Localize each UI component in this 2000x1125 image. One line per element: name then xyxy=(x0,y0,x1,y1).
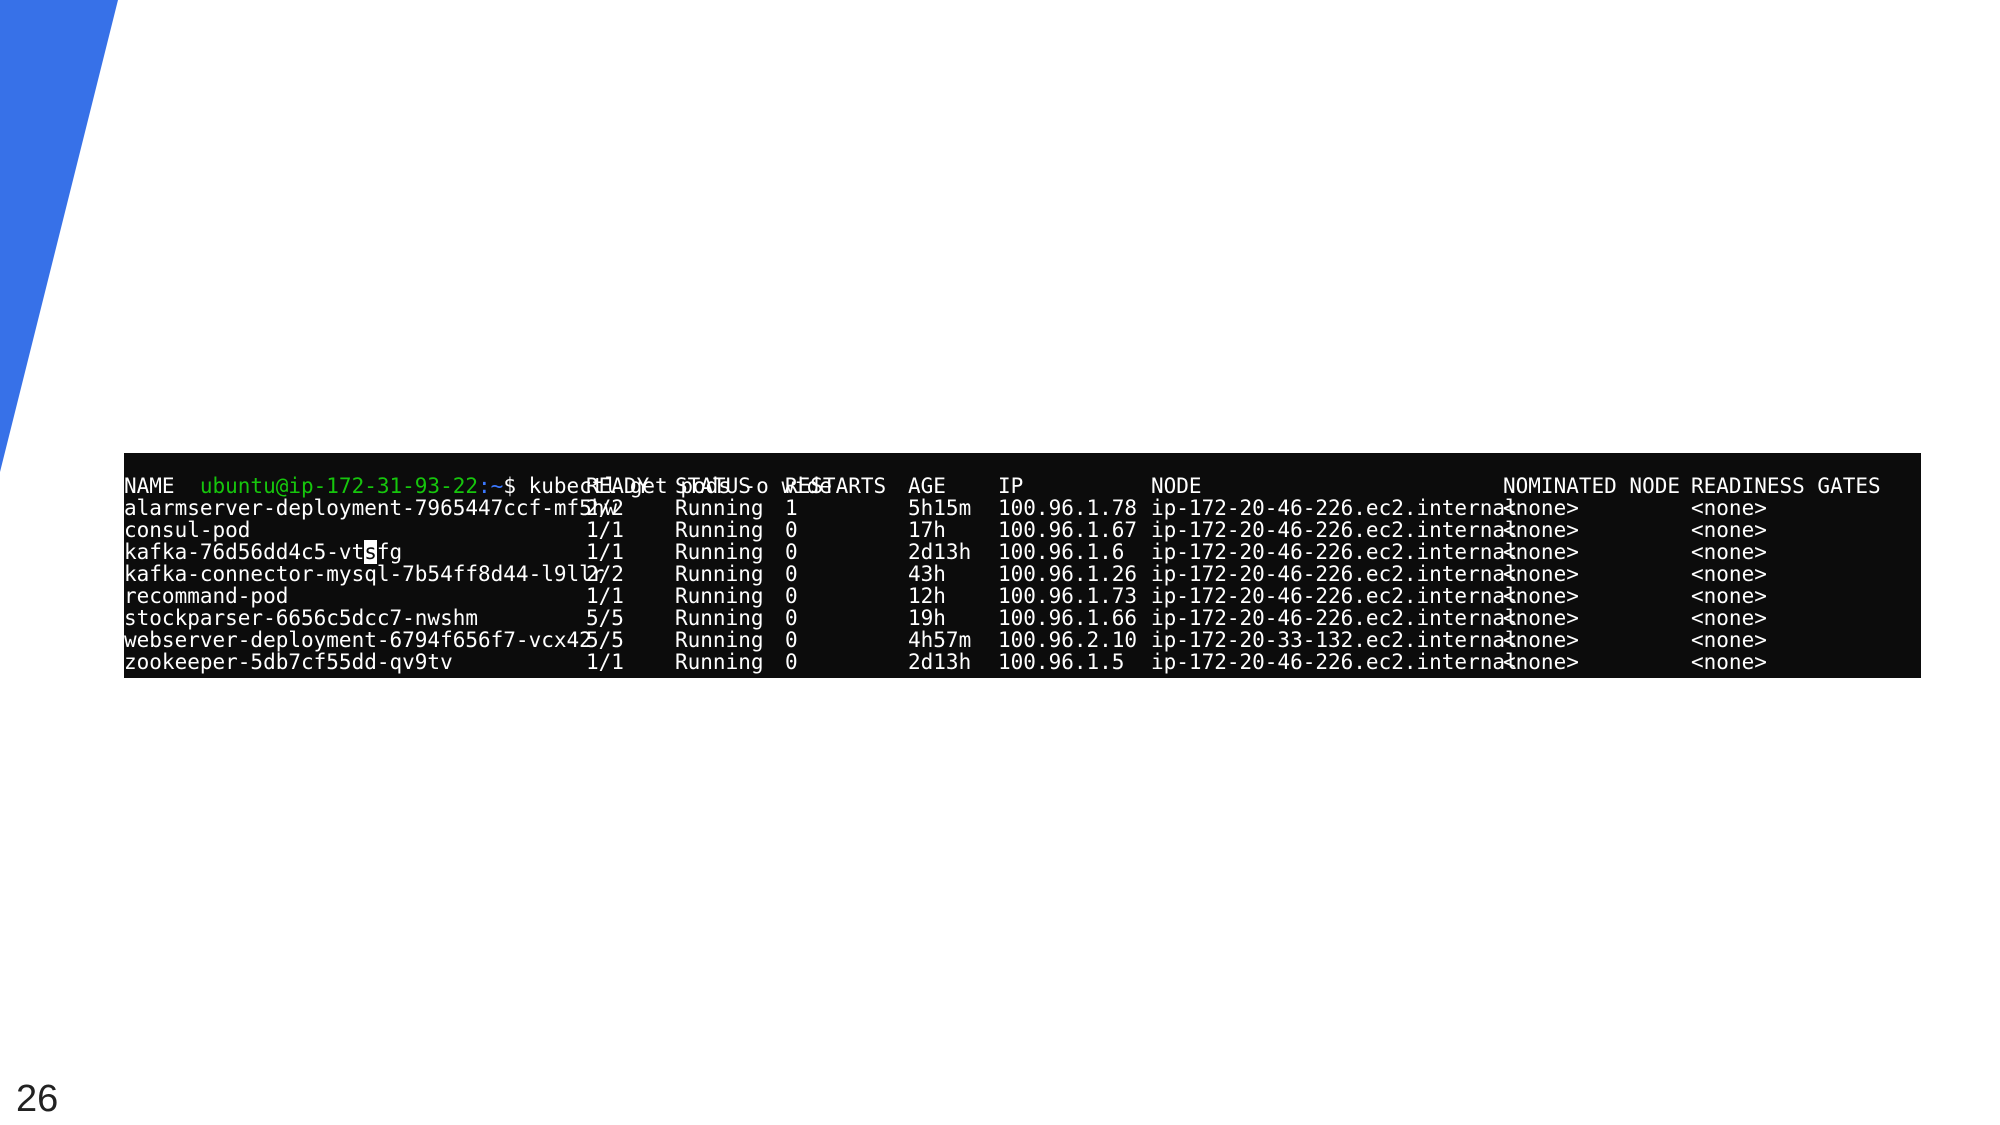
pod-age: 2d13h xyxy=(908,540,972,564)
table-row: kafka-76d56dd4c5-vtsfg 1/1 Running 0 2d13h 10… xyxy=(124,540,1921,564)
pod-status: Running xyxy=(675,606,764,630)
pod-name: kafka-76d56dd4c5-vtsfg xyxy=(124,540,403,564)
pod-restarts: 0 xyxy=(785,518,798,542)
pod-readiness-gates: <none> xyxy=(1691,628,1767,652)
pod-nominated-node: <none> xyxy=(1503,650,1579,674)
pod-readiness-gates: <none> xyxy=(1691,496,1767,520)
prompt-line: ubuntu@ip-172-31-93-22:~$ kubectl get po… xyxy=(124,453,832,497)
header-name: NAME xyxy=(124,474,175,498)
pod-ip: 100.96.1.73 xyxy=(998,584,1138,608)
pod-ready: 1/1 xyxy=(586,650,624,674)
pod-status: Running xyxy=(675,562,764,586)
header-readiness-gates: READINESS GATES xyxy=(1691,474,1881,498)
pod-ready: 5/5 xyxy=(586,628,624,652)
pod-restarts: 0 xyxy=(785,584,798,608)
table-row: kafka-connector-mysql-7b54ff8d44-l9llr 2/… xyxy=(124,563,1921,585)
pod-name: alarmserver-deployment-7965447ccf-mf5hw xyxy=(124,496,618,520)
pod-nominated-node: <none> xyxy=(1503,584,1579,608)
pod-age: 19h xyxy=(908,606,946,630)
pod-age: 5h15m xyxy=(908,496,972,520)
table-row: recommand-pod 1/1 Running 0 12h 100.96.1.73 ip… xyxy=(124,585,1921,607)
pod-name: kafka-connector-mysql-7b54ff8d44-l9llr xyxy=(124,562,605,586)
pod-nominated-node: <none> xyxy=(1503,518,1579,542)
pod-nominated-node: <none> xyxy=(1503,540,1579,564)
terminal-window[interactable]: ubuntu@ip-172-31-93-22:~$ kubectl get po… xyxy=(124,453,1921,678)
pod-readiness-gates: <none> xyxy=(1691,540,1767,564)
pod-status: Running xyxy=(675,650,764,674)
header-node: NODE xyxy=(1151,474,1202,498)
text-cursor: s xyxy=(364,540,377,564)
header-ip: IP xyxy=(998,474,1024,498)
pod-restarts: 1 xyxy=(785,496,798,520)
page-number: 26 xyxy=(16,1078,59,1120)
header-status: STATUS xyxy=(675,474,751,498)
pod-node: ip-172-20-46-226.ec2.internal xyxy=(1151,518,1518,542)
table-row: stockparser-6656c5dcc7-nwshm 5/5 Running 0 1… xyxy=(124,607,1921,629)
pod-restarts: 0 xyxy=(785,540,798,564)
pod-node: ip-172-20-33-132.ec2.internal xyxy=(1151,628,1518,652)
pod-ready: 1/1 xyxy=(586,540,624,564)
pod-name: zookeeper-5db7cf55dd-qv9tv xyxy=(124,650,453,674)
pod-age: 12h xyxy=(908,584,946,608)
table-row: webserver-deployment-6794f656f7-vcx42 5/5… xyxy=(124,629,1921,651)
pod-age: 2d13h xyxy=(908,650,972,674)
pod-node: ip-172-20-46-226.ec2.internal xyxy=(1151,650,1518,674)
pod-ready: 1/1 xyxy=(586,518,624,542)
pod-restarts: 0 xyxy=(785,562,798,586)
pod-node: ip-172-20-46-226.ec2.internal xyxy=(1151,562,1518,586)
pod-readiness-gates: <none> xyxy=(1691,650,1767,674)
pod-ip: 100.96.1.26 xyxy=(998,562,1138,586)
pod-readiness-gates: <none> xyxy=(1691,518,1767,542)
pod-node: ip-172-20-46-226.ec2.internal xyxy=(1151,540,1518,564)
pod-ip: 100.96.2.10 xyxy=(998,628,1138,652)
pod-name: stockparser-6656c5dcc7-nwshm xyxy=(124,606,479,630)
header-age: AGE xyxy=(908,474,946,498)
pod-name: recommand-pod xyxy=(124,584,289,608)
pod-status: Running xyxy=(675,540,764,564)
pod-ready: 5/5 xyxy=(586,606,624,630)
pod-ip: 100.96.1.78 xyxy=(998,496,1138,520)
pod-ip: 100.96.1.5 xyxy=(998,650,1125,674)
pod-age: 43h xyxy=(908,562,946,586)
pod-restarts: 0 xyxy=(785,628,798,652)
pod-readiness-gates: <none> xyxy=(1691,562,1767,586)
pod-nominated-node: <none> xyxy=(1503,562,1579,586)
pod-restarts: 0 xyxy=(785,606,798,630)
pod-ready: 2/2 xyxy=(586,562,624,586)
pod-ip: 100.96.1.67 xyxy=(998,518,1138,542)
pod-readiness-gates: <none> xyxy=(1691,584,1767,608)
pod-status: Running xyxy=(675,518,764,542)
header-nominated-node: NOMINATED NODE xyxy=(1503,474,1681,498)
pod-restarts: 0 xyxy=(785,650,798,674)
pod-nominated-node: <none> xyxy=(1503,628,1579,652)
pod-ready: 1/1 xyxy=(586,584,624,608)
pod-age: 4h57m xyxy=(908,628,972,652)
pod-name: consul-pod xyxy=(124,518,251,542)
table-row: consul-pod 1/1 Running 0 17h 100.96.1.67 ip-17… xyxy=(124,519,1921,541)
pod-node: ip-172-20-46-226.ec2.internal xyxy=(1151,606,1518,630)
pod-status: Running xyxy=(675,584,764,608)
pod-node: ip-172-20-46-226.ec2.internal xyxy=(1151,584,1518,608)
pod-name: webserver-deployment-6794f656f7-vcx42 xyxy=(124,628,592,652)
header-ready: READY xyxy=(586,474,650,498)
pod-nominated-node: <none> xyxy=(1503,606,1579,630)
pod-node: ip-172-20-46-226.ec2.internal xyxy=(1151,496,1518,520)
pod-status: Running xyxy=(675,628,764,652)
pod-status: Running xyxy=(675,496,764,520)
pod-age: 17h xyxy=(908,518,946,542)
pod-ip: 100.96.1.66 xyxy=(998,606,1138,630)
pod-readiness-gates: <none> xyxy=(1691,606,1767,630)
header-restarts: RESTARTS xyxy=(785,474,887,498)
table-row: zookeeper-5db7cf55dd-qv9tv 1/1 Running 0 2d1… xyxy=(124,651,1921,673)
table-header: NAME READY STATUS RESTARTS AGE IP NODE NOMINATE… xyxy=(124,475,1921,497)
pod-nominated-node: <none> xyxy=(1503,496,1579,520)
pod-ip: 100.96.1.6 xyxy=(998,540,1125,564)
pod-ready: 2/2 xyxy=(586,496,624,520)
accent-shape xyxy=(0,0,118,472)
slide: ubuntu@ip-172-31-93-22:~$ kubectl get po… xyxy=(0,0,2000,1125)
table-row: alarmserver-deployment-7965447ccf-mf5hw 2… xyxy=(124,497,1921,519)
